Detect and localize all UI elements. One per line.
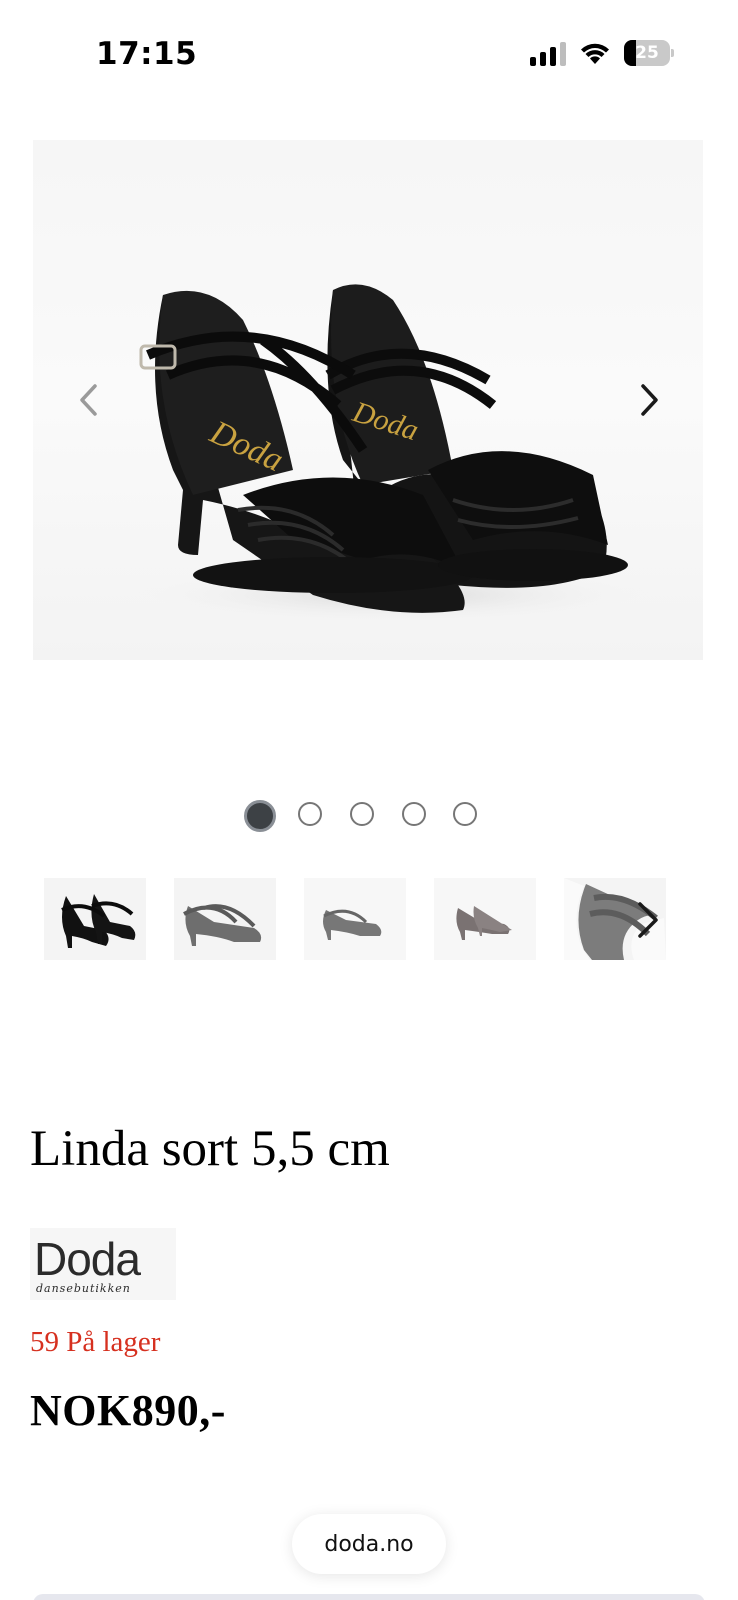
signal-icon <box>530 42 566 66</box>
thumbnail-4[interactable] <box>434 878 536 960</box>
thumbnail-next-button[interactable] <box>634 900 664 940</box>
bottom-sheet-edge <box>33 1594 705 1600</box>
gallery-prev-button[interactable] <box>70 380 106 420</box>
pagination-dot-5[interactable] <box>453 802 477 826</box>
chevron-right-icon <box>641 384 658 416</box>
status-time: 17:15 <box>96 36 198 72</box>
product-title: Linda sort 5,5 cm <box>30 1121 390 1177</box>
thumbnail-3[interactable] <box>304 878 406 960</box>
product-price: NOK890,- <box>30 1386 226 1435</box>
url-bar[interactable]: doda.no <box>292 1514 446 1574</box>
thumbnail-2[interactable] <box>174 878 276 960</box>
shoe-image: Doda Doda <box>133 284 653 623</box>
battery-icon: 25 <box>624 40 674 66</box>
wifi-icon <box>581 43 609 64</box>
battery-level: 25 <box>635 43 659 63</box>
thumbnail-1[interactable] <box>44 878 146 960</box>
chevron-left-icon <box>80 384 97 416</box>
brand-name: Doda <box>34 1233 141 1285</box>
chevron-right-icon <box>638 902 658 938</box>
pagination-dot-3[interactable] <box>350 802 374 826</box>
gallery-next-button[interactable] <box>632 380 668 420</box>
brand-subtitle: dansebutikken <box>36 1282 131 1295</box>
status-bar: 17:15 25 <box>0 0 738 110</box>
stock-status: 59 På lager <box>30 1326 161 1358</box>
pagination-dot-1[interactable] <box>244 800 276 832</box>
pagination-dot-2[interactable] <box>298 802 322 826</box>
product-main-image[interactable]: Doda Doda <box>33 140 703 660</box>
brand-logo[interactable]: Doda dansebutikken <box>30 1228 176 1300</box>
pagination-dot-4[interactable] <box>402 802 426 826</box>
